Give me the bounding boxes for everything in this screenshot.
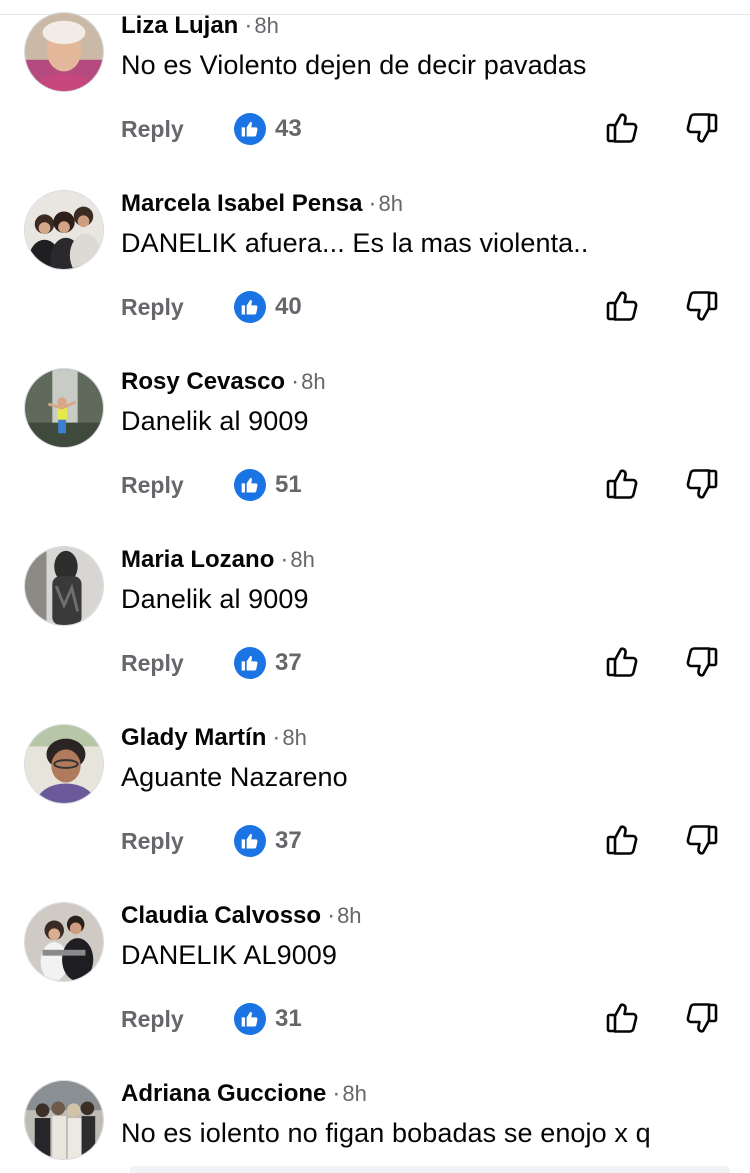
avatar[interactable]	[24, 902, 104, 982]
comment-header: Liza Lujan ·8h	[121, 12, 279, 42]
reaction-summary[interactable]: 51	[234, 468, 302, 502]
comment-text: No es Violento dejen de decir pavadas	[121, 50, 587, 80]
comment-header: Adriana Guccione ·8h	[121, 1080, 367, 1110]
comment-header: Maria Lozano ·8h	[121, 546, 315, 576]
author-name[interactable]: Marcela Isabel Pensa	[121, 190, 362, 217]
avatar[interactable]	[24, 1080, 104, 1160]
author-name[interactable]: Claudia Calvosso	[121, 902, 321, 929]
reaction-summary[interactable]: 31	[234, 1002, 302, 1036]
comment-header: Claudia Calvosso ·8h	[121, 902, 362, 932]
separator-dot: ·	[291, 368, 300, 395]
like-badge-icon	[234, 825, 266, 857]
separator-dot: ·	[368, 190, 377, 217]
like-count: 37	[275, 649, 302, 676]
like-count: 51	[275, 471, 302, 498]
comment-item: Liza Lujan ·8h No es Violento dejen de de…	[0, 12, 750, 190]
author-name[interactable]: Adriana Guccione	[121, 1080, 326, 1107]
thumbs-up-icon[interactable]	[604, 288, 640, 324]
thumbs-up-icon[interactable]	[604, 110, 640, 146]
avatar[interactable]	[24, 12, 104, 92]
reaction-summary[interactable]: 43	[234, 112, 302, 146]
comment-text: DANELIK afuera... Es la mas violenta..	[121, 228, 589, 258]
like-count: 31	[275, 1005, 302, 1032]
timestamp[interactable]: 8h	[282, 725, 306, 750]
author-name[interactable]: Maria Lozano	[121, 546, 274, 573]
avatar[interactable]	[24, 724, 104, 804]
separator-dot: ·	[244, 12, 253, 39]
like-count: 40	[275, 293, 302, 320]
separator-dot: ·	[327, 902, 336, 929]
comment-header: Glady Martín ·8h	[121, 724, 307, 754]
comment-header: Rosy Cevasco ·8h	[121, 368, 326, 398]
like-badge-icon	[234, 647, 266, 679]
comment-item: Rosy Cevasco ·8h Danelik al 9009 Reply 51	[0, 368, 750, 546]
timestamp[interactable]: 8h	[301, 369, 325, 394]
reaction-summary[interactable]: 37	[234, 824, 302, 858]
timestamp[interactable]: 8h	[342, 1081, 366, 1106]
thumbs-down-icon[interactable]	[684, 110, 720, 146]
timestamp[interactable]: 8h	[290, 547, 314, 572]
like-count: 37	[275, 827, 302, 854]
reaction-summary[interactable]: 40	[234, 290, 302, 324]
comment-text: Danelik al 9009	[121, 584, 309, 614]
thumbs-down-icon[interactable]	[684, 1000, 720, 1036]
author-name[interactable]: Rosy Cevasco	[121, 368, 285, 395]
reaction-summary[interactable]: 37	[234, 646, 302, 680]
thumbs-down-icon[interactable]	[684, 644, 720, 680]
timestamp[interactable]: 8h	[337, 903, 361, 928]
comment-text: DANELIK AL9009	[121, 940, 338, 970]
separator-dot: ·	[272, 724, 281, 751]
timestamp[interactable]: 8h	[378, 191, 402, 216]
thumbs-up-icon[interactable]	[604, 466, 640, 502]
comment-item: Marcela Isabel Pensa ·8h DANELIK afuera..…	[0, 190, 750, 368]
like-count: 43	[275, 115, 302, 142]
separator-dot: ·	[332, 1080, 341, 1107]
comment-item: Claudia Calvosso ·8h DANELIK AL9009 Reply…	[0, 902, 750, 1080]
reply-button[interactable]: Reply	[121, 828, 184, 855]
like-badge-icon	[234, 469, 266, 501]
thumbs-down-icon[interactable]	[684, 466, 720, 502]
comment-item: Maria Lozano ·8h Danelik al 9009 Reply 37	[0, 546, 750, 724]
avatar[interactable]	[24, 368, 104, 448]
thumbs-down-icon[interactable]	[684, 822, 720, 858]
reply-button[interactable]: Reply	[121, 1006, 184, 1033]
thumbs-down-icon[interactable]	[684, 288, 720, 324]
comment-text: No es iolento no figan bobadas se enojo …	[121, 1118, 651, 1148]
author-name[interactable]: Liza Lujan	[121, 12, 238, 39]
like-badge-icon	[234, 291, 266, 323]
comment-header: Marcela Isabel Pensa ·8h	[121, 190, 403, 220]
reply-button[interactable]: Reply	[121, 116, 184, 143]
like-badge-icon	[234, 113, 266, 145]
comment-text: Danelik al 9009	[121, 406, 309, 436]
like-badge-icon	[234, 1003, 266, 1035]
timestamp[interactable]: 8h	[254, 13, 278, 38]
avatar[interactable]	[24, 190, 104, 270]
thumbs-up-icon[interactable]	[604, 822, 640, 858]
comment-item: Glady Martín ·8h Aguante Nazareno Reply 3…	[0, 724, 750, 902]
reply-button[interactable]: Reply	[121, 650, 184, 677]
reply-button[interactable]: Reply	[121, 294, 184, 321]
thumbs-up-icon[interactable]	[604, 1000, 640, 1036]
separator-dot: ·	[280, 546, 289, 573]
comment-text: Aguante Nazareno	[121, 762, 348, 792]
comment-item: Adriana Guccione ·8h No es iolento no fig…	[0, 1080, 750, 1173]
reply-button[interactable]: Reply	[121, 472, 184, 499]
avatar[interactable]	[24, 546, 104, 626]
bottom-input-bar[interactable]	[130, 1166, 730, 1173]
thumbs-up-icon[interactable]	[604, 644, 640, 680]
author-name[interactable]: Glady Martín	[121, 724, 266, 751]
